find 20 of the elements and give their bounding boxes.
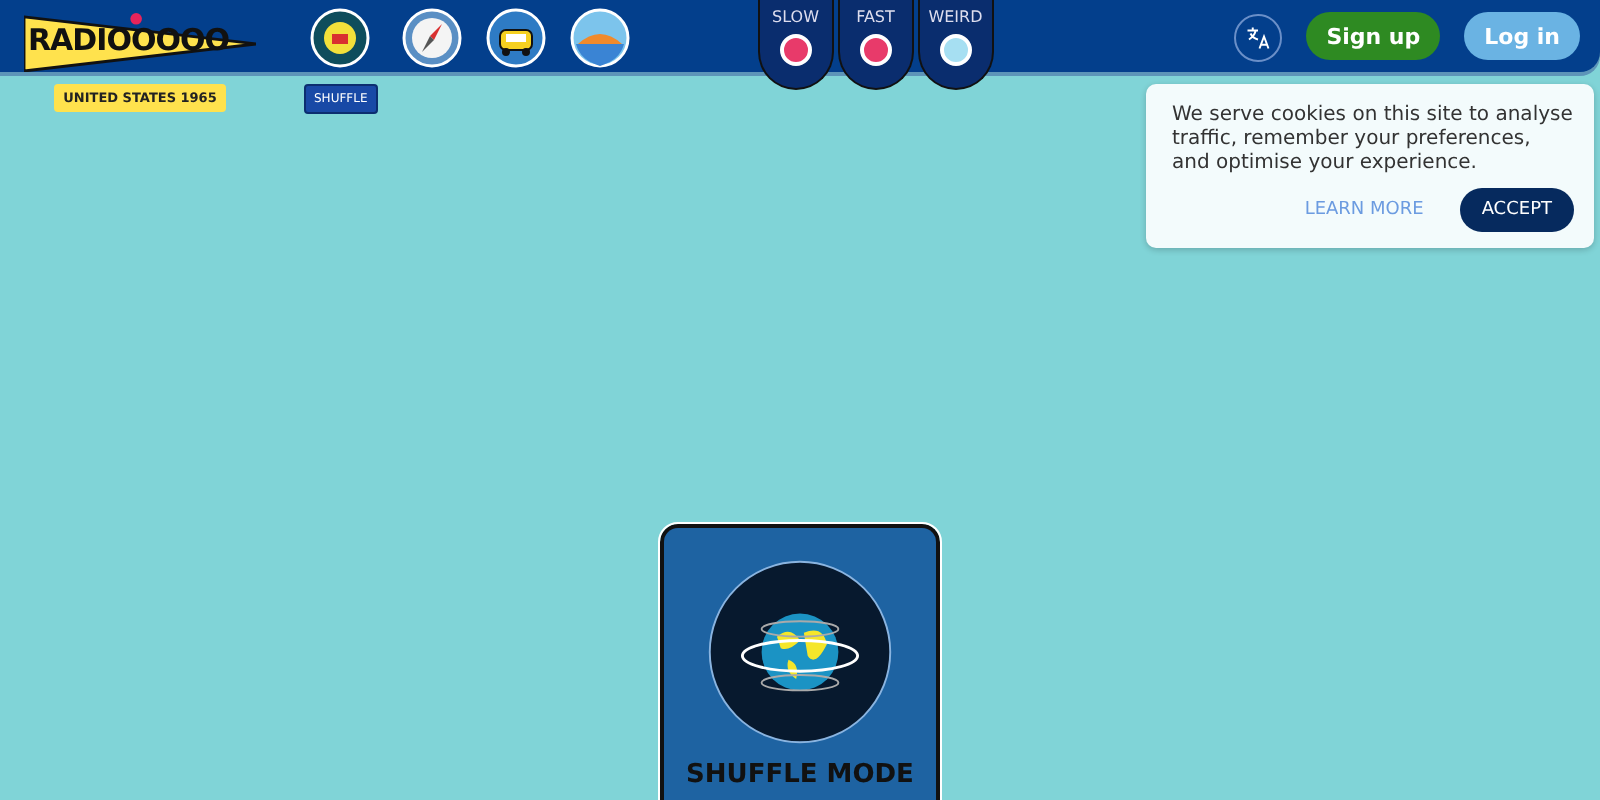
mode-label: FAST: [856, 8, 895, 26]
mode-tab[interactable]: FAST: [837, 0, 914, 90]
mode-tab[interactable]: SLOW: [757, 0, 834, 90]
spinning-globe-icon: [704, 556, 896, 748]
compass-icon[interactable]: [401, 8, 462, 68]
taxi-icon[interactable]: [485, 8, 546, 68]
pennant-icon: [24, 12, 256, 72]
card-title: SHUFFLE MODE: [686, 760, 914, 790]
mode-label: WEIRD: [928, 8, 983, 26]
mode-toggle-dot[interactable]: [779, 34, 812, 66]
accept-button[interactable]: ACCEPT: [1459, 188, 1574, 232]
signup-button[interactable]: Sign up: [1306, 12, 1441, 60]
mode-tab[interactable]: WEIRD: [917, 0, 994, 90]
translate-button[interactable]: [1234, 14, 1283, 62]
cookie-message: We serve cookies on this site to analyse traffic, remember your preferences, and optimise your experience.: [1172, 104, 1574, 176]
mode-toggle-dot[interactable]: [939, 34, 972, 66]
mode-label: SLOW: [772, 8, 819, 26]
translate-icon: [1246, 26, 1271, 50]
island-icon[interactable]: [569, 8, 630, 68]
mode-toggle-dot[interactable]: [859, 34, 892, 66]
